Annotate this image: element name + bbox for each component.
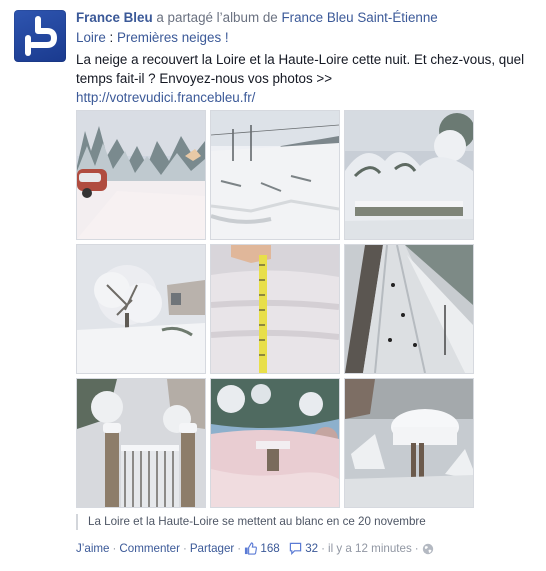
likes-counter[interactable]: 168 bbox=[244, 542, 280, 555]
page-name-link[interactable]: France Bleu bbox=[76, 10, 153, 25]
separator: · bbox=[237, 542, 242, 555]
photo-snowy-garden-table[interactable] bbox=[210, 378, 340, 508]
comment-bubble-icon bbox=[289, 542, 302, 555]
comment-link[interactable]: Commenter bbox=[119, 542, 180, 555]
like-link[interactable]: J’aime bbox=[76, 542, 110, 555]
story-actions: J’aime · Commenter · Partager · 168 32 · il y a… bbox=[76, 541, 546, 557]
comments-counter[interactable]: 32 bbox=[289, 542, 318, 555]
album-caption: La Loire et la Haute-Loire se mettent au… bbox=[76, 514, 536, 530]
photo-snow-on-garden-table[interactable] bbox=[344, 378, 474, 508]
separator: · bbox=[321, 542, 325, 555]
photo-snowy-field-fence[interactable] bbox=[210, 110, 340, 240]
photo-grid bbox=[76, 110, 474, 508]
feed-story: France Bleu a partagé l’album de France … bbox=[0, 0, 546, 571]
message-url-link[interactable]: http://votrevudici.francebleu.fr/ bbox=[76, 90, 255, 105]
france-bleu-logo-icon bbox=[25, 16, 57, 56]
photo-snowy-gate[interactable] bbox=[76, 378, 206, 508]
separator-space bbox=[283, 542, 286, 555]
photo-snowy-street-car[interactable] bbox=[76, 110, 206, 240]
separator: · bbox=[414, 542, 419, 555]
album-owner-link-line2[interactable]: Loire bbox=[76, 30, 106, 45]
album-owner-link[interactable]: France Bleu Saint-Étienne bbox=[281, 10, 437, 25]
globe-icon bbox=[422, 543, 433, 555]
page-avatar[interactable] bbox=[14, 10, 66, 62]
story-message: La neige a recouvert la Loire et la Haut… bbox=[76, 50, 536, 107]
separator: · bbox=[112, 542, 117, 555]
story-header: France Bleu a partagé l’album de France … bbox=[76, 8, 536, 48]
album-title-link[interactable]: Premières neiges ! bbox=[117, 30, 229, 45]
share-link[interactable]: Partager bbox=[190, 542, 234, 555]
separator: · bbox=[182, 542, 187, 555]
photo-snowy-street-from-above[interactable] bbox=[344, 244, 474, 374]
thumbs-up-icon bbox=[245, 542, 258, 555]
story-content: France Bleu a partagé l’album de France … bbox=[76, 8, 536, 107]
shared-text: a partagé l’album de bbox=[152, 10, 282, 25]
photo-snowy-tree-garden[interactable] bbox=[76, 244, 206, 374]
album-separator: : bbox=[105, 30, 117, 45]
timestamp[interactable]: il y a 12 minutes bbox=[328, 542, 412, 555]
message-text: La neige a recouvert la Loire et la Haut… bbox=[76, 52, 525, 86]
photo-snow-covered-bushes[interactable] bbox=[344, 110, 474, 240]
likes-count: 168 bbox=[260, 542, 280, 555]
photo-snow-depth-measuring-tape[interactable] bbox=[210, 244, 340, 374]
comments-count: 32 bbox=[305, 542, 319, 555]
